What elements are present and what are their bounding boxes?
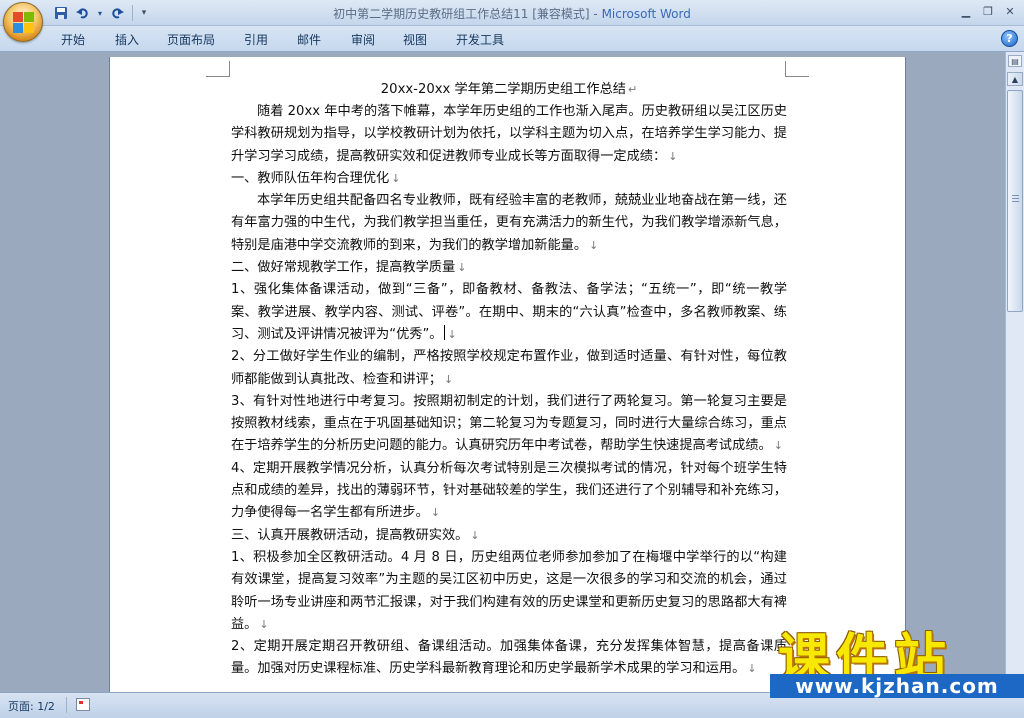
document-paragraph: 随着 20xx 年中考的落下帷幕，本学年历史组的工作也渐入尾声。历史教研组以吴江… <box>231 104 787 164</box>
paragraph-mark-icon: ↓ <box>457 261 467 275</box>
proofing-icon[interactable] <box>76 698 90 711</box>
window-controls: ▁ ❐ ✕ <box>956 2 1020 20</box>
document-paragraph: 二、做好常规教学工作，提高教学质量 ↓ <box>231 260 467 276</box>
tab-view[interactable]: 视图 <box>403 31 427 48</box>
paragraph-mark-icon: ↓ <box>773 439 783 453</box>
watermark-url: www.kjzhan.com <box>770 674 1024 698</box>
document-paragraph: 4、定期开展教学情况分析，认真分析每次考试特别是三次模拟考试的情况，针对每个班学… <box>231 460 787 521</box>
tab-page-layout[interactable]: 页面布局 <box>167 31 215 48</box>
watermark-logo: 课件站 www.kjzhan.com <box>770 612 1024 698</box>
status-separator <box>66 697 67 713</box>
scroll-thumb[interactable] <box>1007 90 1023 312</box>
tab-references[interactable]: 引用 <box>244 31 268 48</box>
tab-insert[interactable]: 插入 <box>115 31 139 48</box>
document-area: 20xx-20xx 学年第二学期历史组工作总结 ↵ 随着 20xx 年中考的落下帷… <box>0 52 1005 697</box>
paragraph-mark-icon: ↓ <box>589 238 599 252</box>
restore-icon[interactable]: ❐ <box>978 2 998 20</box>
window-title: 初中第二学期历史教研组工作总结11 [兼容模式] - Microsoft Wor… <box>0 5 1024 22</box>
scroll-up-icon[interactable]: ▲ <box>1007 72 1023 86</box>
paragraph-mark-icon: ↓ <box>444 372 454 386</box>
document-title: 初中第二学期历史教研组工作总结11 [兼容模式] - <box>333 7 602 21</box>
paragraph-mark-icon: ↓ <box>668 149 678 163</box>
office-button[interactable] <box>3 2 43 42</box>
tab-review[interactable]: 审阅 <box>351 31 375 48</box>
vertical-scrollbar[interactable]: ▤ ▲ ▼ <box>1005 52 1024 692</box>
ruler-toggle-icon[interactable]: ▤ <box>1008 55 1022 67</box>
document-body[interactable]: 20xx-20xx 学年第二学期历史组工作总结 ↵ 随着 20xx 年中考的落下帷… <box>231 79 787 681</box>
document-paragraph: 本学年历史组共配备四名专业教师，既有经验丰富的老教师，兢兢业业地奋战在第一线，还… <box>231 193 787 253</box>
document-paragraph: 一、教师队伍年构合理优化 ↓ <box>231 170 401 186</box>
help-icon[interactable]: ? <box>1001 30 1018 47</box>
title-bar: ▾ ▾ 初中第二学期历史教研组工作总结11 [兼容模式] - Microsoft… <box>0 0 1024 26</box>
crop-mark <box>785 61 809 77</box>
document-paragraph: 2、定期开展定期召开教研组、备课组活动。加强集体备课，充分发挥集体智慧，提高备课… <box>231 639 787 677</box>
document-page: 20xx-20xx 学年第二学期历史组工作总结 ↵ 随着 20xx 年中考的落下帷… <box>110 57 905 697</box>
paragraph-mark-icon: ↓ <box>447 327 457 341</box>
paragraph-mark-icon: ↓ <box>259 617 269 631</box>
crop-mark <box>206 61 230 77</box>
text-cursor <box>444 324 446 340</box>
ribbon-tabs: 开始 插入 页面布局 引用 邮件 审阅 视图 开发工具 ? <box>0 26 1024 52</box>
tab-mailings[interactable]: 邮件 <box>297 31 321 48</box>
document-paragraph: 三、认真开展教研活动，提高教研实效。 ↓ <box>231 527 480 543</box>
document-paragraph: 3、有针对性地进行中考复习。按照期初制定的计划，我们进行了两轮复习。第一轮复习主… <box>231 393 787 454</box>
tab-home[interactable]: 开始 <box>61 31 85 48</box>
paragraph-mark-icon: ↓ <box>470 528 480 542</box>
paragraph-mark-icon: ↓ <box>747 662 757 676</box>
close-icon[interactable]: ✕ <box>1000 2 1020 20</box>
paragraph-mark-icon: ↓ <box>391 171 401 185</box>
minimize-icon[interactable]: ▁ <box>956 2 976 20</box>
page-indicator[interactable]: 页面: 1/2 <box>8 698 55 714</box>
app-name: Microsoft Word <box>601 7 691 21</box>
document-heading: 20xx-20xx 学年第二学期历史组工作总结 ↵ <box>380 82 638 97</box>
tab-developer[interactable]: 开发工具 <box>456 31 504 48</box>
paragraph-mark-icon: ↓ <box>430 506 441 520</box>
document-paragraph: 2、分工做好学生作业的编制，严格按照学校规定布置作业，做到适时适量、有针对性，每… <box>231 349 787 387</box>
document-paragraph: 1、积极参加全区教研活动。4 月 8 日，历史组两位老师参加参加了在梅堰中学举行… <box>231 549 787 632</box>
document-paragraph: 1、强化集体备课活动，做到“三备”，即备教材、备教法、备学法；“五统一”，即“统… <box>231 282 787 342</box>
office-logo-icon <box>13 12 35 34</box>
